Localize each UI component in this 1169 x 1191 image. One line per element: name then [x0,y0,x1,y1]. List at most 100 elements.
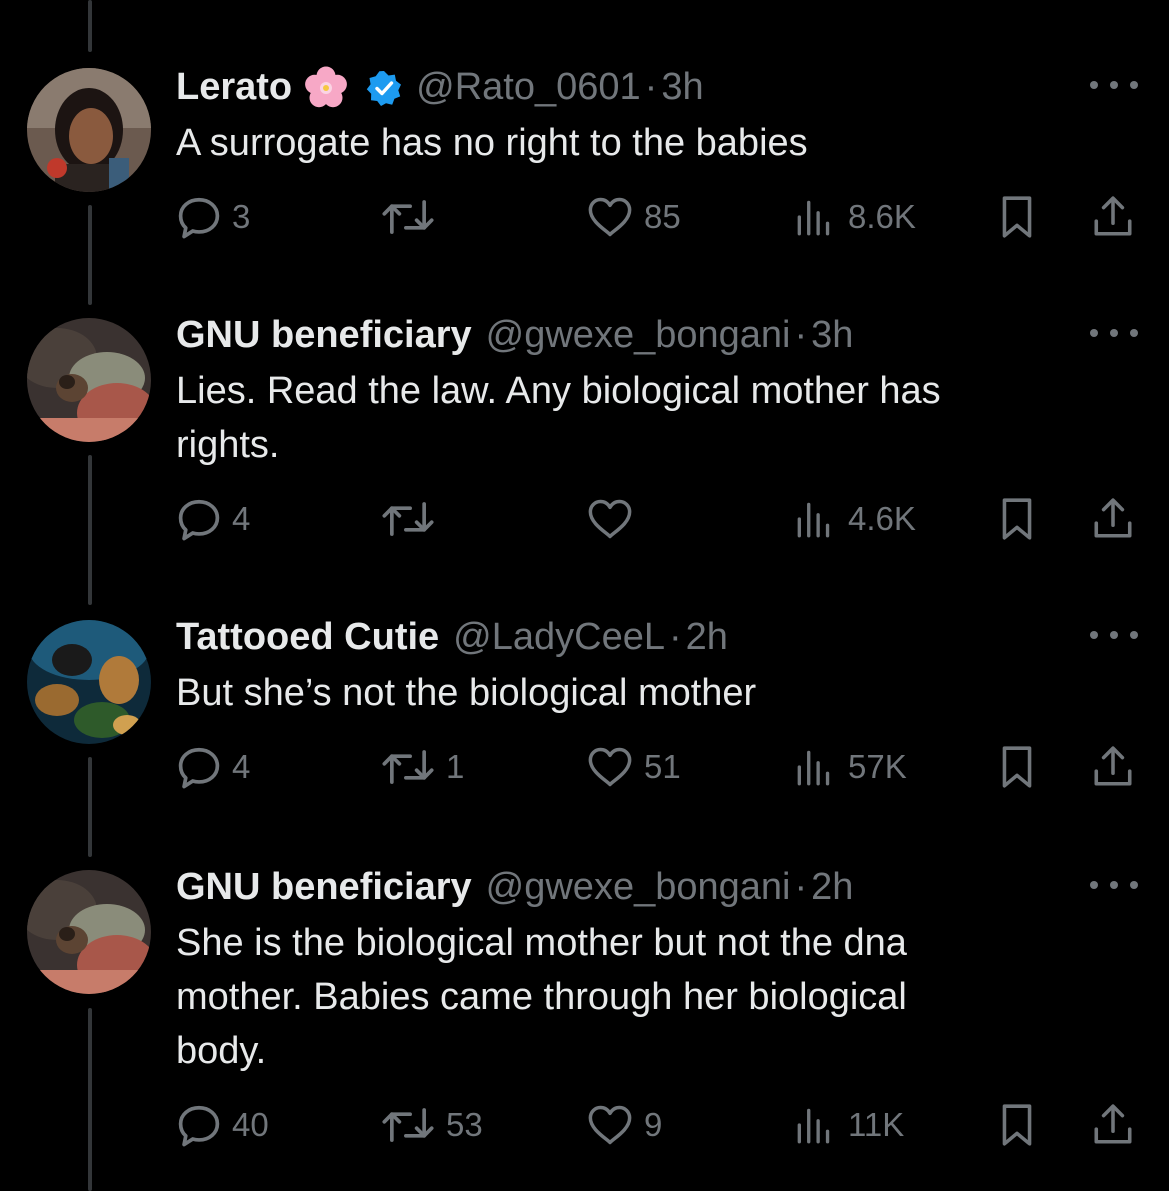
reply-count: 40 [232,1106,269,1143]
user-handle[interactable]: @gwexe_bongani [486,862,791,912]
like-count: 51 [644,748,681,785]
reply-button[interactable]: 4 [176,496,250,542]
share-icon [1094,1104,1132,1144]
bookmark-icon [1002,196,1032,238]
views-button[interactable]: 4.6K [792,496,916,542]
views-icon [797,1108,830,1144]
tweet-header: GNU beneficiary @gwexe_bongani · 2h [176,862,853,912]
like-button[interactable]: 9 [586,1102,662,1148]
views-button[interactable]: 11K [792,1102,904,1148]
retweet-button[interactable] [380,194,446,240]
bookmark-icon [1002,746,1032,788]
display-name[interactable]: GNU beneficiary [176,310,472,360]
display-name[interactable]: Lerato [176,62,292,112]
avatar[interactable] [27,68,151,192]
reply-button[interactable]: 4 [176,744,250,790]
reply-count: 4 [232,500,251,537]
cherry-blossom-icon [296,62,354,112]
view-count: 11K [848,1106,905,1143]
retweet-count: 53 [446,1106,483,1143]
retweet-button[interactable]: 53 [380,1102,483,1148]
like-button[interactable] [586,496,644,542]
share-button[interactable] [1090,496,1136,542]
views-icon [797,502,830,538]
like-count: 9 [644,1106,663,1143]
more-icon[interactable] [1090,620,1138,650]
avatar[interactable] [27,318,151,442]
bookmark-button[interactable] [996,744,1038,790]
bookmark-icon [1002,1104,1032,1146]
reply-count: 4 [232,748,251,785]
user-handle[interactable]: @gwexe_bongani [486,310,791,360]
retweet-icon [382,750,434,784]
separator-dot: · [669,616,682,658]
views-button[interactable]: 57K [792,744,907,790]
user-handle[interactable]: @LadyCeeL [453,612,665,662]
like-button[interactable]: 85 [586,194,681,240]
views-button[interactable]: 8.6K [792,194,916,240]
tweet-text: But she’s not the biological mother [176,672,757,714]
reply-icon [178,499,220,541]
heart-icon [588,499,632,539]
tweet[interactable]: Tattooed Cutie @LadyCeeL · 2h But she’s … [0,612,1169,812]
retweet-icon [382,502,434,536]
like-button[interactable]: 51 [586,744,681,790]
thread-line [88,0,92,52]
more-icon[interactable] [1090,870,1138,900]
reply-icon [178,197,220,239]
share-button[interactable] [1090,194,1136,240]
share-icon [1094,498,1132,538]
retweet-icon [382,1108,434,1142]
display-name[interactable]: GNU beneficiary [176,862,472,912]
tweet[interactable]: Lerato @Rato_0601 · 3h A surrogate has n… [0,62,1169,262]
reply-count: 3 [232,198,251,235]
reply-button[interactable]: 3 [176,194,250,240]
views-icon [797,750,830,786]
timestamp[interactable]: 3h [811,310,853,360]
like-count: 85 [644,198,681,235]
tweet-text: She is the biological mother but not the… [176,922,907,1072]
timestamp[interactable]: 2h [811,862,853,912]
share-icon [1094,746,1132,786]
retweet-button[interactable] [380,496,446,542]
tweet[interactable]: GNU beneficiary @gwexe_bongani · 3h Lies… [0,310,1169,560]
heart-icon [588,197,632,237]
reply-button[interactable]: 40 [176,1102,269,1148]
avatar[interactable] [27,870,151,994]
verified-badge-icon [366,69,402,106]
separator-dot: · [644,66,658,108]
separator-dot: · [794,314,808,356]
retweet-button[interactable]: 1 [380,744,464,790]
tweet-header: Lerato @Rato_0601 · 3h [176,62,704,112]
view-count: 8.6K [848,198,916,235]
user-handle[interactable]: @Rato_0601 [416,62,641,112]
timestamp[interactable]: 3h [661,62,703,112]
timestamp[interactable]: 2h [686,612,728,662]
heart-icon [588,1105,632,1145]
tweet-header: GNU beneficiary @gwexe_bongani · 3h [176,310,853,360]
share-icon [1094,196,1132,236]
reply-icon [178,747,220,789]
view-count: 4.6K [848,500,916,537]
tweet-text: Lies. Read the law. Any biological mothe… [176,370,941,466]
display-name[interactable]: Tattooed Cutie [176,612,439,662]
bookmark-icon [1002,498,1032,540]
bookmark-button[interactable] [996,194,1038,240]
separator-dot: · [794,866,808,908]
tweet-header: Tattooed Cutie @LadyCeeL · 2h [176,612,728,662]
heart-icon [588,747,632,787]
tweet-text: A surrogate has no right to the babies [176,122,808,164]
views-icon [797,200,830,236]
view-count: 57K [848,748,907,785]
retweet-icon [382,200,434,234]
tweet[interactable]: GNU beneficiary @gwexe_bongani · 2h She … [0,862,1169,1162]
avatar[interactable] [27,620,151,744]
retweet-count: 1 [446,748,465,785]
share-button[interactable] [1090,1102,1136,1148]
more-icon[interactable] [1090,70,1138,100]
bookmark-button[interactable] [996,1102,1038,1148]
reply-icon [178,1105,220,1147]
share-button[interactable] [1090,744,1136,790]
more-icon[interactable] [1090,318,1138,348]
bookmark-button[interactable] [996,496,1038,542]
